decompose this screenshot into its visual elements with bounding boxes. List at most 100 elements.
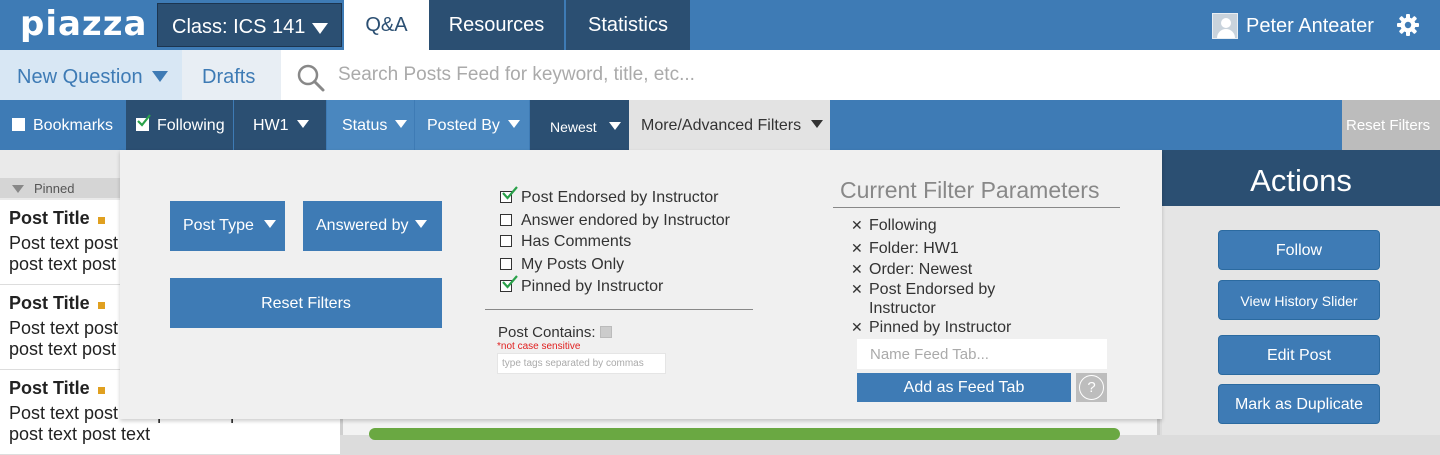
filter-posted-by[interactable]: Posted By	[415, 100, 529, 150]
post-type-label: Post Type	[183, 217, 254, 234]
filter-advanced-label: More/Advanced Filters	[641, 117, 802, 134]
filter-following-label: Following	[157, 117, 225, 134]
checked-checkbox-icon	[136, 114, 151, 131]
checkbox-label: Has Comments	[521, 233, 632, 250]
current-filter-label: Pinned by Instructor	[869, 319, 1012, 336]
collapse-triangle-icon	[12, 185, 24, 193]
checkbox-post-endorsed[interactable]: Post Endorsed by Instructor	[500, 186, 719, 207]
follow-button[interactable]: Follow	[1218, 230, 1380, 270]
close-icon[interactable]: ✕	[851, 239, 863, 258]
mark-as-duplicate-button[interactable]: Mark as Duplicate	[1218, 384, 1380, 424]
post-title: Post Title	[9, 378, 90, 398]
tags-input[interactable]	[497, 353, 666, 374]
checkbox-pinned[interactable]: Pinned by Instructor	[500, 275, 664, 296]
checkbox-label: Pinned by Instructor	[521, 278, 664, 295]
edit-post-button[interactable]: Edit Post	[1218, 335, 1380, 375]
instructor-badge	[97, 302, 105, 309]
close-icon[interactable]: ✕	[851, 216, 863, 235]
post-contains-label: Post Contains:	[498, 324, 612, 341]
current-filter-item[interactable]: ✕ Order: Newest	[851, 260, 1061, 279]
chevron-down-icon	[296, 120, 309, 128]
answered-by-label: Answered by	[316, 217, 409, 234]
instructor-badge	[97, 387, 105, 394]
current-filter-item[interactable]: ✕ Folder: HW1	[851, 239, 1061, 258]
tab-qa[interactable]: Q&A	[344, 0, 429, 50]
current-filter-label: Folder: HW1	[869, 240, 959, 257]
filter-status[interactable]: Status	[327, 100, 414, 150]
advanced-filters-panel: Post Type Answered by Reset Filters Post…	[120, 150, 1162, 419]
tab-statistics[interactable]: Statistics	[566, 0, 690, 50]
post-title: Post Title	[9, 293, 90, 313]
filter-following[interactable]: Following	[126, 100, 233, 150]
panel-reset-filters-button[interactable]: Reset Filters	[170, 278, 442, 328]
checkbox-icon	[500, 235, 512, 247]
filter-order[interactable]: Newest	[530, 100, 629, 150]
checkbox-icon	[12, 118, 25, 131]
top-nav-bar: piazza Class: ICS 141 Q&A Resources Stat…	[0, 0, 1440, 50]
checkbox-has-comments[interactable]: Has Comments	[500, 233, 631, 251]
post-title: Post Title	[9, 208, 90, 228]
filter-order-label: Newest	[550, 119, 597, 135]
instructor-badge	[97, 217, 105, 224]
avatar[interactable]	[1212, 13, 1238, 39]
filter-bookmarks-label: Bookmarks	[33, 117, 114, 134]
pinned-label: Pinned	[34, 181, 75, 196]
current-filter-label: Order: Newest	[869, 261, 973, 278]
filter-advanced[interactable]: More/Advanced Filters	[629, 100, 830, 150]
filter-bar: Bookmarks Following HW1 Status Posted By…	[0, 100, 1440, 150]
class-selector-label: Class: ICS 141	[172, 16, 306, 38]
checkbox-answer-endorsed[interactable]: Answer endored by Instructor	[500, 212, 730, 230]
current-filter-item[interactable]: ✕ Pinned by Instructor	[851, 318, 1061, 337]
post-type-dropdown[interactable]: Post Type	[170, 201, 285, 251]
checkbox-icon	[500, 258, 512, 270]
checkbox-label: My Posts Only	[521, 256, 625, 273]
current-filter-label: Post Endorsed by Instructor	[869, 281, 996, 317]
filter-status-label: Status	[342, 117, 388, 134]
filter-bookmarks[interactable]: Bookmarks	[0, 100, 126, 150]
current-filter-item[interactable]: ✕ Following	[851, 216, 1061, 235]
checkbox-my-posts[interactable]: My Posts Only	[500, 256, 624, 274]
feed-tab-name-input[interactable]	[857, 339, 1107, 369]
actions-sidebar: Actions Follow View History Slider Edit …	[1162, 150, 1440, 435]
reset-filters-button[interactable]: Reset Filters	[1342, 100, 1440, 150]
chevron-down-icon	[263, 220, 276, 228]
current-filter-label: Following	[869, 217, 937, 234]
current-filter-item[interactable]: ✕ Post Endorsed by Instructor	[851, 280, 1021, 318]
checkbox-label: Post Endorsed by Instructor	[521, 189, 719, 206]
help-button[interactable]: ?	[1076, 373, 1107, 402]
close-icon[interactable]: ✕	[851, 318, 863, 337]
close-icon[interactable]: ✕	[851, 280, 863, 299]
help-icon[interactable]	[599, 326, 612, 338]
filter-folder-label: HW1	[253, 117, 289, 134]
new-question-button[interactable]: New Question	[0, 50, 182, 100]
filter-folder[interactable]: HW1	[234, 100, 326, 150]
chevron-down-icon	[608, 122, 621, 130]
chevron-down-icon	[152, 71, 168, 82]
checked-checkbox-icon	[500, 186, 518, 203]
chevron-down-icon	[507, 120, 520, 128]
drafts-button[interactable]: Drafts	[182, 50, 281, 100]
piazza-logo[interactable]: piazza	[20, 4, 147, 44]
class-selector[interactable]: Class: ICS 141	[157, 3, 342, 47]
search-icon	[297, 64, 325, 92]
user-name[interactable]: Peter Anteater	[1246, 15, 1374, 38]
search-input[interactable]	[338, 60, 1238, 90]
checkbox-label: Answer endored by Instructor	[521, 212, 730, 229]
answered-by-dropdown[interactable]: Answered by	[303, 201, 442, 251]
action-row: New Question Drafts	[0, 50, 1440, 100]
divider	[833, 207, 1120, 208]
gear-icon[interactable]	[1396, 13, 1420, 37]
case-note: *not case sensitive	[497, 341, 581, 352]
tab-resources[interactable]: Resources	[429, 0, 565, 50]
green-bar	[369, 428, 1120, 440]
add-feed-tab-button[interactable]: Add as Feed Tab	[857, 373, 1071, 402]
checked-checkbox-icon	[500, 275, 518, 292]
checkbox-icon	[500, 214, 512, 226]
close-icon[interactable]: ✕	[851, 260, 863, 279]
question-icon: ?	[1079, 375, 1104, 400]
chevron-down-icon	[811, 120, 824, 128]
actions-title: Actions	[1162, 150, 1440, 206]
view-history-slider-button[interactable]: View History Slider	[1218, 280, 1380, 320]
filter-posted-by-label: Posted By	[427, 117, 500, 134]
chevron-down-icon	[414, 220, 427, 228]
